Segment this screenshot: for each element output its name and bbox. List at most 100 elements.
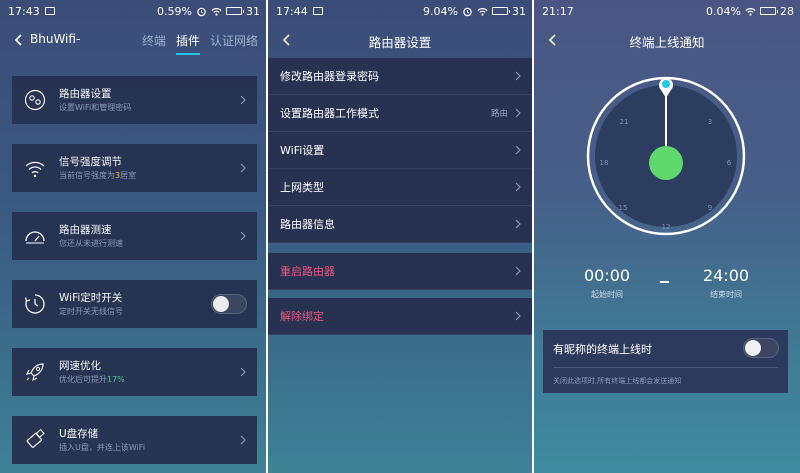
- row-label: 重启路由器: [280, 265, 335, 278]
- status-data-percent: 0.59%: [157, 4, 192, 18]
- dial-number: 15: [619, 204, 628, 212]
- chevron-right-icon: [515, 145, 521, 155]
- top-nav: BhuWifi- 终端 插件 认证网络: [0, 22, 266, 58]
- clock-timer-icon: [24, 294, 45, 314]
- top-nav: 路由器设置: [268, 22, 532, 58]
- card-subtitle: 您还从未进行测速: [59, 238, 123, 248]
- row-unbind[interactable]: 解除绑定: [268, 298, 532, 335]
- dial-number: 12: [662, 223, 671, 231]
- battery-icon: [760, 7, 778, 15]
- chevron-right-icon: [515, 219, 521, 229]
- start-time-value[interactable]: 00:00: [577, 266, 637, 285]
- card-title: U盘存储: [59, 427, 99, 440]
- end-time-label: 结束时间: [710, 290, 742, 299]
- row-change-login-password[interactable]: 修改路由器登录密码: [268, 58, 532, 95]
- plugin-card-speed-test[interactable]: 路由器测速 您还从未进行测速: [12, 212, 257, 260]
- status-bar: 17:43 0.59% 31: [0, 0, 266, 22]
- tab-plugins[interactable]: 插件: [175, 32, 200, 55]
- top-nav: 终端上线通知: [534, 22, 800, 58]
- battery-icon: [492, 7, 510, 15]
- alarm-icon: [463, 7, 472, 16]
- rocket-icon: [25, 363, 44, 382]
- battery-level: 28: [780, 4, 794, 18]
- image-notification-icon: [44, 7, 55, 15]
- card-subtitle: 设置WiFi和管理密码: [59, 102, 132, 112]
- chevron-right-icon: [515, 266, 521, 276]
- settings-list: 修改路由器登录密码 设置路由器工作模式 路由 WiFi设置 上网类型 路由器信息: [268, 58, 532, 335]
- speedometer-icon: [25, 231, 45, 244]
- battery-level: 31: [246, 4, 260, 18]
- row-label: 路由器信息: [280, 218, 335, 231]
- dial-number: 9: [708, 204, 712, 212]
- time-range-dial[interactable]: 21 3 18 6 15 9 12: [586, 76, 746, 236]
- start-time-label: 起始时间: [591, 290, 623, 299]
- status-time: 17:43: [8, 4, 40, 18]
- row-work-mode[interactable]: 设置路由器工作模式 路由: [268, 95, 532, 132]
- back-arrow-icon[interactable]: [12, 33, 26, 47]
- plugin-card-usb-storage[interactable]: U盘存储 插入U盘，并连上该WiFi: [12, 416, 257, 464]
- end-time-value[interactable]: 24:00: [696, 266, 756, 285]
- chevron-right-icon: [240, 163, 246, 173]
- status-data-percent: 0.04%: [706, 4, 741, 18]
- chevron-right-icon: [515, 311, 521, 321]
- usb-drive-icon: [26, 428, 45, 448]
- nickname-only-toggle[interactable]: [743, 338, 779, 358]
- battery-level: 31: [512, 4, 526, 18]
- chevron-right-icon: [240, 95, 246, 105]
- work-mode-value: 路由: [490, 109, 508, 119]
- image-notification-icon: [312, 7, 323, 15]
- online-notification-screen: 21:17 0.04% 28 终端上线通知 21 3 18 6 15 9 12: [534, 0, 800, 473]
- router-settings-icon: [24, 89, 46, 111]
- wifi-timer-toggle[interactable]: [211, 294, 247, 314]
- card-title: WiFi定时开关: [59, 291, 123, 304]
- row-reboot-router[interactable]: 重启路由器: [268, 253, 532, 290]
- tab-auth-network[interactable]: 认证网络: [210, 32, 258, 49]
- subtitle-suffix: 居室: [120, 170, 137, 180]
- row-connection-type[interactable]: 上网类型: [268, 169, 532, 206]
- card-title: 信号强度调节: [59, 155, 122, 168]
- row-wifi-settings[interactable]: WiFi设置: [268, 132, 532, 169]
- row-router-info[interactable]: 路由器信息: [268, 206, 532, 243]
- card-title: 路由器测速: [59, 223, 112, 236]
- router-name: BhuWifi-: [30, 32, 81, 46]
- nickname-notification-panel: 有昵称的终端上线时 关闭此选项时,所有终端上线都会发送通知: [543, 330, 788, 393]
- notice-hint: 关闭此选项时,所有终端上线都会发送通知: [553, 377, 682, 385]
- status-data-percent: 9.04%: [423, 4, 458, 18]
- dial-handle-dot: [662, 80, 670, 88]
- row-label: 上网类型: [280, 181, 324, 194]
- row-label: 解除绑定: [280, 310, 324, 323]
- dial-number: 6: [727, 159, 732, 167]
- dial-number: 18: [600, 159, 609, 167]
- chevron-right-icon: [515, 182, 521, 192]
- wifi-status-icon: [477, 7, 488, 16]
- chevron-right-icon: [240, 435, 246, 445]
- chevron-right-icon: [240, 231, 246, 241]
- card-title: 网速优化: [59, 359, 101, 372]
- dial-number: 21: [620, 118, 629, 126]
- page-title: 路由器设置: [368, 35, 432, 50]
- plugin-card-wifi-timer[interactable]: WiFi定时开关 定时开关无线信号: [12, 280, 257, 328]
- plugin-card-speed-optimize[interactable]: 网速优化 优化后可提升17%: [12, 348, 257, 396]
- status-bar: 21:17 0.04% 28: [534, 0, 800, 22]
- subtitle-prefix: 当前信号强度为: [59, 170, 115, 180]
- row-label: WiFi设置: [280, 144, 325, 157]
- row-label: 修改路由器登录密码: [280, 70, 379, 83]
- time-separator: [660, 281, 669, 283]
- dial-number: 3: [708, 118, 712, 126]
- toggle-knob: [745, 340, 761, 356]
- screenshot-collage: 17:43 0.59% 31 BhuWifi- 终端 插件 认证网络 路由器设置…: [0, 0, 800, 473]
- status-time: 21:17: [542, 4, 574, 18]
- divider: [553, 367, 778, 368]
- plugin-card-signal-strength[interactable]: 信号强度调节 当前信号强度为3居室: [12, 144, 257, 192]
- status-bar: 17:44 9.04% 31: [268, 0, 532, 22]
- wifi-status-icon: [745, 7, 756, 16]
- chevron-right-icon: [515, 108, 521, 118]
- status-time: 17:44: [276, 4, 308, 18]
- plugin-card-router-settings[interactable]: 路由器设置 设置WiFi和管理密码: [12, 76, 257, 124]
- tab-bar: 终端 插件 认证网络: [142, 32, 258, 55]
- chevron-right-icon: [240, 367, 246, 377]
- optimize-percent-value: 17%: [107, 374, 125, 384]
- card-subtitle: 定时开关无线信号: [59, 306, 123, 316]
- page-title: 终端上线通知: [629, 35, 705, 50]
- tab-terminals[interactable]: 终端: [142, 32, 166, 49]
